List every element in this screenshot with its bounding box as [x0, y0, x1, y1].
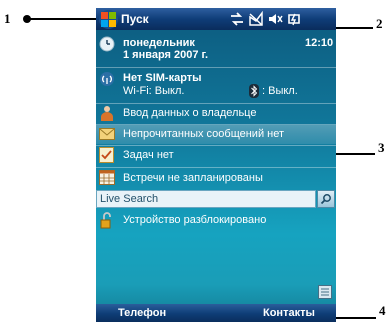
- messages-label: Непрочитанных сообщений нет: [123, 128, 285, 140]
- connection-title: Нет SIM-карты: [123, 72, 202, 84]
- windows-flag-icon[interactable]: [99, 10, 118, 29]
- title-bar: Пуск: [96, 8, 336, 30]
- volume-muted-icon[interactable]: [267, 11, 283, 27]
- calendar-item[interactable]: Встречи не запланированы: [96, 168, 336, 188]
- checklist-icon: [99, 147, 114, 163]
- owner-label: Ввод данных о владельце: [123, 107, 257, 119]
- battery-charging-icon[interactable]: [286, 11, 302, 27]
- tasks-label: Задач нет: [123, 149, 174, 161]
- phone-softkey[interactable]: Телефон: [118, 307, 166, 320]
- time-display: 12:10: [305, 37, 334, 49]
- contacts-softkey[interactable]: Контакты: [263, 307, 315, 320]
- callout-number-1: 1: [4, 11, 11, 26]
- lock-item[interactable]: Устройство разблокировано: [96, 211, 336, 230]
- callout-number-2: 2: [376, 16, 383, 31]
- callout-number-4: 4: [379, 303, 386, 318]
- connectivity-icon[interactable]: [229, 11, 245, 27]
- wifi-status[interactable]: Wi-Fi: Выкл.: [123, 85, 184, 98]
- softkey-bar: Телефон Контакты: [96, 304, 336, 322]
- bluetooth-status[interactable]: : Выкл.: [262, 85, 298, 98]
- search-button[interactable]: [317, 190, 335, 208]
- lock-status-label: Устройство разблокировано: [123, 214, 267, 226]
- search-label: Live Search: [100, 193, 159, 205]
- start-menu-button[interactable]: Пуск: [121, 12, 149, 26]
- tasks-item[interactable]: Задач нет: [96, 146, 336, 165]
- bluetooth-icon: [249, 84, 259, 98]
- date-full: 1 января 2007 г.: [123, 49, 209, 61]
- calendar-label: Встречи не запланированы: [123, 172, 263, 184]
- person-icon: [101, 106, 113, 121]
- callout-number-3: 3: [378, 140, 385, 155]
- keyboard-icon[interactable]: [318, 285, 332, 299]
- calendar-icon: [99, 170, 115, 185]
- messages-item[interactable]: Непрочитанных сообщений нет: [96, 125, 336, 144]
- envelope-icon: [99, 128, 115, 140]
- antenna-icon: [100, 72, 114, 86]
- clock-icon: [99, 36, 115, 52]
- connection-item[interactable]: Нет SIM-карты Wi-Fi: Выкл. : Выкл.: [96, 69, 336, 99]
- no-signal-icon[interactable]: [248, 11, 264, 27]
- unlocked-padlock-icon: [100, 212, 111, 229]
- status-icons: [229, 11, 303, 27]
- search-icon: [320, 194, 331, 205]
- divider: [96, 67, 336, 68]
- owner-item[interactable]: Ввод данных о владельце: [96, 104, 336, 123]
- date-item[interactable]: понедельник 1 января 2007 г. 12:10: [96, 34, 336, 64]
- search-input[interactable]: Live Search: [96, 190, 316, 208]
- live-search: Live Search: [96, 190, 336, 208]
- today-screen: Пуск понедельник 1 января 2007 г. 12:10 …: [96, 8, 336, 322]
